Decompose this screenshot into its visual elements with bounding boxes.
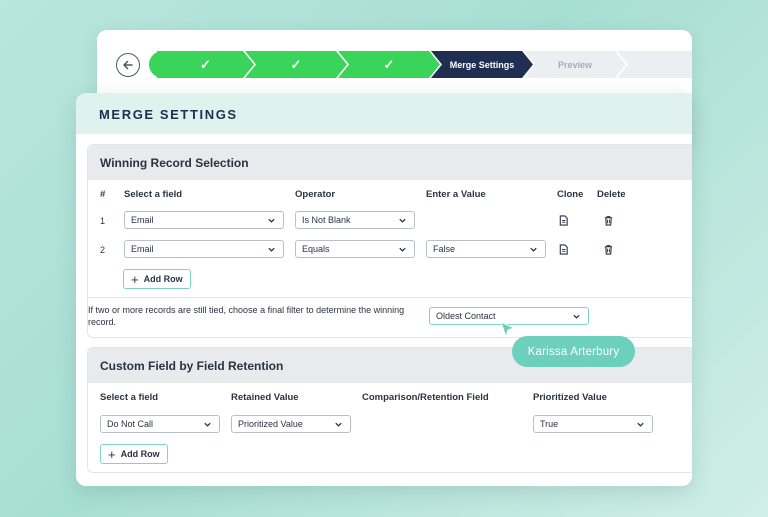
row-number: 1 [100,216,106,226]
plus-icon: + [108,446,116,462]
cursor-pointer-icon [500,321,516,339]
chevron-down-icon [530,247,537,252]
page-title: MERGE SETTINGS [99,107,238,122]
chevron-down-icon [399,218,406,223]
value-select[interactable]: False [426,240,546,258]
check-icon: ✓ [383,56,395,72]
select-value: Email [131,244,154,254]
column-header-retained-value: Retained Value [231,392,299,403]
column-header-delete: Delete [597,189,626,200]
chevron-down-icon [335,422,342,427]
chevron-down-icon [573,314,580,319]
clone-icon[interactable] [558,215,569,226]
card-header: MERGE SETTINGS [76,93,692,134]
collaborator-tooltip: Karissa Arterbury [512,336,635,367]
select-value: Is Not Blank [302,215,351,225]
wizard-step-label: Merge Settings [449,59,515,70]
select-value: Do Not Call [107,419,154,429]
column-header-operator: Operator [295,189,336,200]
select-value: Email [131,215,154,225]
operator-select[interactable]: Is Not Blank [295,211,415,229]
add-row-label: Add Row [120,449,160,459]
tie-breaker-description: If two or more records are still tied, c… [88,305,405,327]
retained-value-select[interactable]: Prioritized Value [231,415,351,433]
add-row-button[interactable]: + Add Row [123,269,191,289]
wizard-step-3[interactable]: ✓ [338,51,440,78]
column-header-field: Select a field [124,189,183,200]
back-button[interactable] [116,53,140,77]
add-row-button[interactable]: + Add Row [100,444,168,464]
select-value: Oldest Contact [436,311,496,321]
row-number: 2 [100,245,106,255]
column-header-value: Enter a Value [426,189,486,200]
trash-icon[interactable] [603,215,614,226]
column-header-comparison-field: Comparison/Retention Field [362,392,489,403]
wizard-step-preview[interactable]: Preview [524,51,626,78]
merge-settings-card: MERGE SETTINGS Winning Record Selection … [76,93,692,486]
select-value: Prioritized Value [238,419,303,429]
arrow-left-icon [123,60,133,70]
operator-select[interactable]: Equals [295,240,415,258]
column-header-number: # [100,189,106,200]
wizard-step-merge-settings[interactable]: Merge Settings [431,51,533,78]
plus-icon: + [131,271,139,287]
wizard-step-2[interactable]: ✓ [245,51,347,78]
select-value: True [540,419,559,429]
chevron-down-icon [268,247,275,252]
column-header-field: Select a field [100,392,159,403]
check-icon: ✓ [200,56,211,72]
column-header-prioritized-value: Prioritized Value [533,392,607,403]
select-value: Equals [302,244,330,254]
check-icon: ✓ [290,56,302,72]
wizard-step-label: Preview [557,59,593,70]
add-row-label: Add Row [143,274,183,284]
section-title: Winning Record Selection [88,145,692,180]
chevron-down-icon [204,422,211,427]
chevron-down-icon [268,218,275,223]
trash-icon[interactable] [603,244,614,255]
wizard-step-next[interactable] [617,51,692,78]
divider [87,297,692,298]
field-select[interactable]: Email [124,240,284,258]
chevron-down-icon [399,247,406,252]
field-select[interactable]: Email [124,211,284,229]
prioritized-value-select[interactable]: True [533,415,653,433]
wizard-step-1[interactable]: ✓ [157,51,254,78]
retention-field-select[interactable]: Do Not Call [100,415,220,433]
column-header-clone: Clone [557,189,584,200]
chevron-down-icon [637,422,644,427]
clone-icon[interactable] [558,244,569,255]
select-value: False [433,244,456,254]
